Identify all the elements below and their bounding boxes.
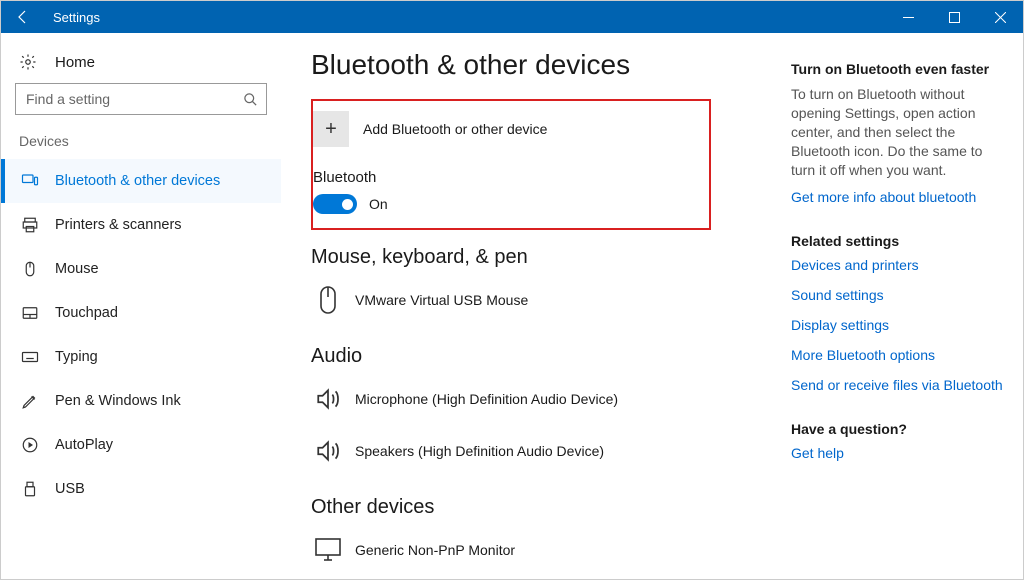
- sidebar-section-label: Devices: [1, 133, 281, 155]
- speaker-icon: [311, 382, 345, 416]
- related-title: Related settings: [791, 233, 1003, 249]
- sidebar-item-typing[interactable]: Typing: [1, 335, 281, 379]
- device-item[interactable]: Microphone (High Definition Audio Device…: [311, 376, 751, 422]
- sidebar-item-label: Typing: [55, 349, 98, 365]
- mouse-icon: [311, 283, 345, 317]
- bluetooth-label: Bluetooth: [313, 169, 697, 186]
- add-device-button[interactable]: + Add Bluetooth or other device: [313, 111, 697, 147]
- search-input[interactable]: [15, 83, 267, 115]
- main-panel: Bluetooth & other devices + Add Bluetoot…: [281, 33, 783, 579]
- sidebar: Home Devices Bluetooth & other devices P…: [1, 33, 281, 579]
- sidebar-item-pen[interactable]: Pen & Windows Ink: [1, 379, 281, 423]
- devices-icon: [19, 172, 41, 190]
- device-label: Generic Non-PnP Monitor: [355, 542, 515, 558]
- keyboard-icon: [19, 348, 41, 366]
- home-link[interactable]: Home: [1, 47, 281, 83]
- sidebar-item-bluetooth[interactable]: Bluetooth & other devices: [1, 159, 281, 203]
- question-title: Have a question?: [791, 421, 1003, 437]
- usb-icon: [19, 480, 41, 498]
- plus-icon: +: [313, 111, 349, 147]
- sidebar-item-touchpad[interactable]: Touchpad: [1, 291, 281, 335]
- related-link[interactable]: Send or receive files via Bluetooth: [791, 377, 1003, 393]
- search-icon: [243, 92, 258, 107]
- section-other: Other devices Generic Non-PnP Monitor: [311, 496, 751, 573]
- sidebar-item-label: Bluetooth & other devices: [55, 173, 220, 189]
- device-item[interactable]: Generic Non-PnP Monitor: [311, 527, 751, 573]
- page-title: Bluetooth & other devices: [311, 49, 765, 81]
- search-field[interactable]: [24, 90, 224, 108]
- tip-title: Turn on Bluetooth even faster: [791, 61, 1003, 77]
- help-link[interactable]: Get help: [791, 445, 1003, 461]
- printer-icon: [19, 216, 41, 234]
- related-link[interactable]: Sound settings: [791, 287, 1003, 303]
- tip-text: To turn on Bluetooth without opening Set…: [791, 85, 1003, 179]
- highlight-box: + Add Bluetooth or other device Bluetoot…: [311, 99, 711, 230]
- titlebar: Settings: [1, 1, 1023, 33]
- minimize-button[interactable]: [885, 1, 931, 33]
- monitor-icon: [311, 533, 345, 567]
- tip-link[interactable]: Get more info about bluetooth: [791, 189, 1003, 205]
- related-link[interactable]: Devices and printers: [791, 257, 1003, 273]
- autoplay-icon: [19, 436, 41, 454]
- right-panel: Turn on Bluetooth even faster To turn on…: [783, 33, 1023, 579]
- add-device-label: Add Bluetooth or other device: [363, 121, 547, 137]
- mouse-icon: [19, 260, 41, 278]
- gear-icon: [19, 53, 41, 71]
- related-link[interactable]: More Bluetooth options: [791, 347, 1003, 363]
- device-label: VMware Virtual USB Mouse: [355, 292, 528, 308]
- section-mouse: Mouse, keyboard, & pen VMware Virtual US…: [311, 246, 751, 323]
- section-title: Audio: [311, 345, 751, 368]
- device-item[interactable]: Speakers (High Definition Audio Device): [311, 428, 751, 474]
- related-link[interactable]: Display settings: [791, 317, 1003, 333]
- window-controls: [885, 1, 1023, 33]
- device-item[interactable]: VMware Virtual USB Mouse: [311, 277, 751, 323]
- home-label: Home: [55, 54, 95, 71]
- sidebar-item-usb[interactable]: USB: [1, 467, 281, 511]
- sidebar-item-label: Touchpad: [55, 305, 118, 321]
- section-audio: Audio Microphone (High Definition Audio …: [311, 345, 751, 474]
- sidebar-item-label: USB: [55, 481, 85, 497]
- speaker-icon: [311, 434, 345, 468]
- sidebar-item-label: Pen & Windows Ink: [55, 393, 181, 409]
- section-title: Other devices: [311, 496, 751, 519]
- back-button[interactable]: [1, 1, 45, 33]
- sidebar-item-printers[interactable]: Printers & scanners: [1, 203, 281, 247]
- bluetooth-state: On: [369, 196, 388, 212]
- window-title: Settings: [45, 1, 885, 33]
- section-title: Mouse, keyboard, & pen: [311, 246, 751, 269]
- pen-icon: [19, 392, 41, 410]
- close-button[interactable]: [977, 1, 1023, 33]
- maximize-button[interactable]: [931, 1, 977, 33]
- device-label: Microphone (High Definition Audio Device…: [355, 391, 618, 407]
- device-label: Speakers (High Definition Audio Device): [355, 443, 604, 459]
- sidebar-item-label: Printers & scanners: [55, 217, 182, 233]
- sidebar-item-autoplay[interactable]: AutoPlay: [1, 423, 281, 467]
- bluetooth-toggle[interactable]: [313, 194, 357, 214]
- sidebar-item-label: Mouse: [55, 261, 99, 277]
- sidebar-item-mouse[interactable]: Mouse: [1, 247, 281, 291]
- sidebar-item-label: AutoPlay: [55, 437, 113, 453]
- touchpad-icon: [19, 304, 41, 322]
